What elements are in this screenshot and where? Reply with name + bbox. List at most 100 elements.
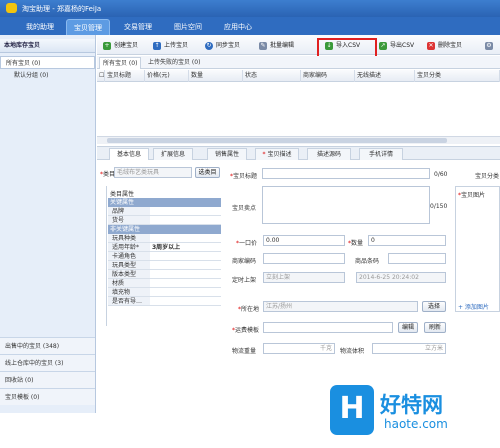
upload-icon: ↑	[153, 42, 161, 50]
col-quantity[interactable]: 数量	[189, 70, 243, 82]
prop-row-brand[interactable]: 品牌	[108, 207, 221, 216]
select-all-checkbox[interactable]: ☐	[97, 70, 105, 82]
sidebar-item-default-group[interactable]: 默认分组 (0)	[0, 69, 95, 82]
plus-icon: +	[103, 42, 111, 50]
quantity-input[interactable]: 0	[368, 235, 446, 246]
merchant-code-label: 商家编码	[232, 258, 257, 265]
window-title: 淘宝助理 - 郑嘉杨的FeiJa	[22, 5, 102, 13]
prop-row-item-no[interactable]: 货号	[108, 216, 221, 225]
button-label: 导出CSV	[390, 42, 415, 49]
refresh-shipping-button[interactable]: 刷新	[424, 322, 446, 333]
price-input[interactable]: 0.00	[263, 235, 345, 246]
merchant-code-input[interactable]	[263, 253, 345, 264]
title-input[interactable]	[262, 168, 430, 179]
col-wireless-desc[interactable]: 无线描述	[355, 70, 415, 82]
prop-row[interactable]: 材质	[108, 279, 221, 288]
nav-tab-image-space[interactable]: 图片空间	[166, 19, 210, 35]
sync-icon: ↻	[205, 42, 213, 50]
category2-label: 宝贝分类	[475, 173, 500, 180]
prop-row[interactable]: 玩具类型	[108, 261, 221, 270]
shipping-template-select[interactable]	[263, 322, 393, 333]
prop-row[interactable]: 填充物	[108, 288, 221, 297]
category-label: *类目	[100, 171, 116, 178]
prop-row[interactable]: 卡通角色	[108, 252, 221, 261]
watermark-brand: 好特网	[380, 393, 443, 417]
tab-desc-source[interactable]: 描述源码	[307, 148, 351, 160]
button-label: 上传宝贝	[164, 42, 189, 49]
sidebar-header: 本地库存宝贝	[0, 39, 95, 53]
edit-icon: ✎	[259, 42, 267, 50]
tab-all-items[interactable]: 所有宝贝 (0)	[99, 57, 142, 69]
selling-point-input[interactable]	[262, 186, 430, 224]
volume-unit: 立方米	[424, 345, 443, 352]
barcode-input[interactable]	[388, 253, 446, 264]
tab-extended-info[interactable]: 扩展信息	[153, 148, 193, 160]
button-label: 删除宝贝	[438, 42, 463, 49]
item-pictures-panel: *宝贝图片 + 添加图片	[455, 186, 500, 312]
schedule-datetime[interactable]: 2014-6-25 20:24:02	[356, 272, 446, 283]
prop-row[interactable]: 适用年龄* 3周岁以上	[108, 243, 221, 252]
schedule-label: 定时上架	[232, 277, 257, 284]
location-select-button[interactable]: 选择	[422, 301, 446, 312]
props-group-nonkey: 非关键属性	[108, 225, 221, 234]
weight-label: 物流重量	[232, 348, 257, 355]
schedule-select[interactable]: 立刻上架	[263, 272, 345, 283]
barcode-label: 商品条码	[355, 258, 380, 265]
export-csv-button[interactable]: ↗ 导出CSV	[379, 40, 414, 52]
props-group-key: 关键属性	[108, 198, 221, 207]
sidebar-item-on-sale[interactable]: 出售中的宝贝 (348)	[0, 337, 95, 354]
sidebar-item-templates[interactable]: 宝贝模板 (0)	[0, 388, 95, 405]
delete-item-button[interactable]: ✕ 删除宝贝	[427, 40, 462, 52]
export-icon: ↗	[379, 42, 387, 50]
sidebar-item-recycle-bin[interactable]: 回收站 (0)	[0, 371, 95, 388]
tab-mobile-detail[interactable]: 手机详情	[359, 148, 403, 160]
category-field[interactable]: 毛绒布艺类玩具	[114, 167, 192, 178]
haote-logo-icon: H	[330, 385, 374, 435]
tab-basic-info[interactable]: 基本信息	[109, 148, 149, 160]
col-title[interactable]: 宝贝标题	[105, 70, 145, 82]
batch-edit-button[interactable]: ✎ 批量编辑	[259, 40, 294, 52]
nav-tab-item-management[interactable]: 宝贝管理	[66, 19, 110, 35]
add-picture-link[interactable]: + 添加图片	[458, 302, 489, 311]
horizontal-scrollbar[interactable]	[97, 136, 500, 144]
delete-icon: ✕	[427, 42, 435, 50]
tab-item-desc[interactable]: * 宝贝描述	[255, 148, 299, 160]
sidebar-item-all-items[interactable]: 所有宝贝 (0)	[0, 56, 95, 69]
sync-item-button[interactable]: ↻ 同步宝贝	[205, 40, 240, 52]
prop-row[interactable]: 版本类型	[108, 270, 221, 279]
sidebar: 本地库存宝贝 所有宝贝 (0) 默认分组 (0) 出售中的宝贝 (348) 线上…	[0, 35, 96, 413]
more-tools-icon[interactable]: ⚙	[485, 40, 493, 52]
location-label: *所在地	[238, 306, 260, 313]
weight-input[interactable]: 千克	[263, 343, 335, 354]
sidebar-item-label: 所有宝贝 (0)	[6, 60, 41, 67]
pics-label: *宝贝图片	[458, 192, 486, 199]
price-label: *一口价	[236, 240, 258, 247]
prop-row[interactable]: 玩具种类	[108, 234, 221, 243]
volume-input[interactable]: 立方米	[372, 343, 446, 354]
selling-point-label: 宝贝卖点	[232, 205, 257, 212]
prop-row[interactable]: 是否有导…	[108, 297, 221, 306]
selling-point-counter: 0/150	[430, 203, 448, 210]
nav-tab-my-assistant[interactable]: 我的助理	[18, 19, 62, 35]
nav-tab-trade-management[interactable]: 交易管理	[116, 19, 160, 35]
volume-label: 物流体积	[340, 348, 365, 355]
tab-upload-failed[interactable]: 上传失败的宝贝 (0)	[145, 57, 203, 69]
location-field[interactable]: 江苏/扬州	[263, 301, 418, 312]
select-category-button[interactable]: 选类目	[195, 167, 220, 178]
tab-sales-props[interactable]: 销售属性	[207, 148, 247, 160]
weight-unit: 千克	[319, 345, 332, 352]
create-item-button[interactable]: + 创建宝贝	[103, 40, 138, 52]
col-status[interactable]: 状态	[243, 70, 301, 82]
title-counter: 0/60	[434, 171, 448, 178]
col-merchant-code[interactable]: 商家编码	[301, 70, 355, 82]
col-price[interactable]: 价格(元)	[145, 70, 189, 82]
nav-tab-app-center[interactable]: 应用中心	[216, 19, 260, 35]
item-grid-header: ☐ 宝贝标题 价格(元) 数量 状态 商家编码 无线描述 宝贝分类	[97, 70, 500, 82]
upload-item-button[interactable]: ↑ 上传宝贝	[153, 40, 188, 52]
button-label: 批量编辑	[270, 42, 295, 49]
edit-shipping-button[interactable]: 编辑	[398, 322, 418, 333]
app-logo-icon	[6, 3, 17, 13]
col-category[interactable]: 宝贝分类	[415, 70, 500, 82]
scrollbar-thumb[interactable]	[107, 138, 447, 143]
sidebar-item-warehouse[interactable]: 线上仓库中的宝贝 (3)	[0, 354, 95, 371]
